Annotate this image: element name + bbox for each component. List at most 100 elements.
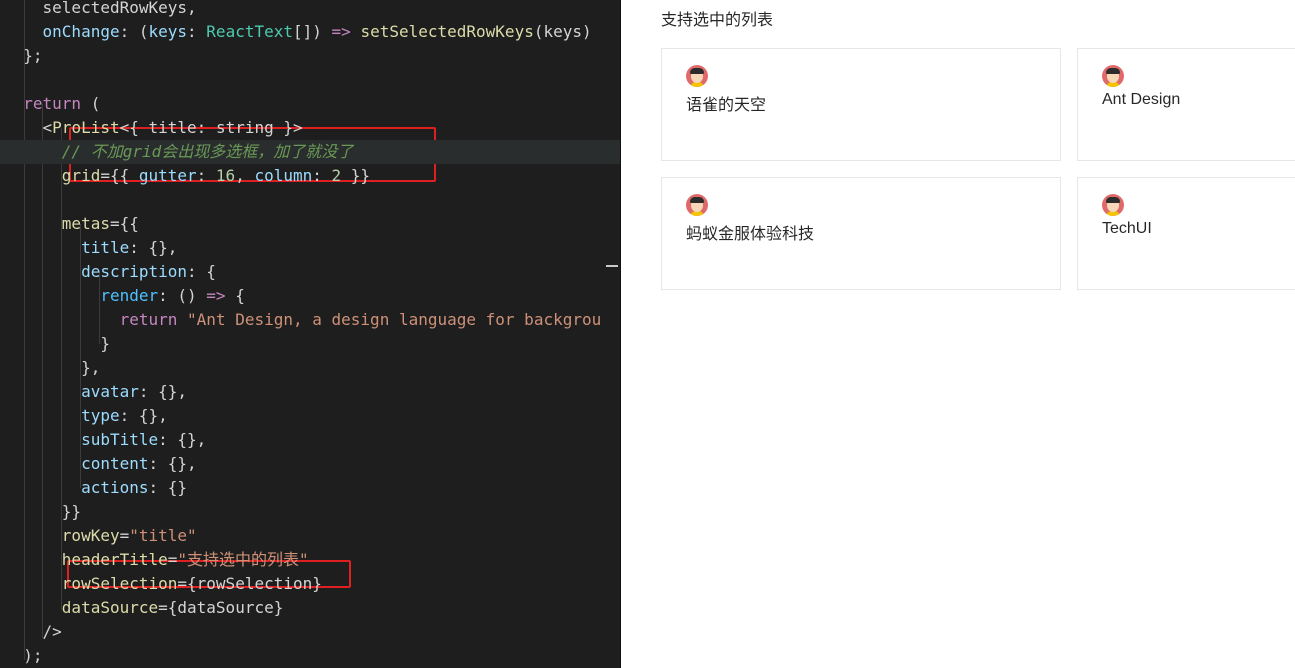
- list-card[interactable]: 语雀的天空: [661, 48, 1061, 161]
- code-line[interactable]: rowSelection={rowSelection}: [0, 572, 322, 596]
- code-token: // 不加grid会出现多选框，加了就没了: [61, 142, 354, 161]
- user-avatar-icon: [1102, 194, 1124, 216]
- code-token: description: [81, 262, 188, 281]
- code-line[interactable]: [0, 68, 4, 92]
- code-token: <: [4, 118, 53, 137]
- code-token: <{ title: string }>: [119, 118, 303, 137]
- code-token: : {},: [158, 430, 207, 449]
- code-token: }}: [4, 502, 82, 521]
- code-token: =>: [331, 22, 351, 41]
- user-avatar-icon: [1102, 65, 1124, 87]
- code-editor[interactable]: selectedRowKeys, onChange: (keys: ReactT…: [0, 0, 621, 668]
- code-line[interactable]: return "Ant Design, a design language fo…: [0, 308, 602, 332]
- code-token: onChange: [42, 22, 120, 41]
- code-token: ={rowSelection}: [177, 574, 322, 593]
- code-token: return: [119, 310, 178, 329]
- code-line[interactable]: grid={{ gutter: 16, column: 2 }}: [0, 164, 370, 188]
- code-line[interactable]: }}: [0, 500, 81, 524]
- code-token: rowKey: [61, 526, 120, 545]
- list-preview-pane: 支持选中的列表 语雀的天空 Ant Design 蚂蚁金服体验科技 TechUI: [621, 0, 1295, 668]
- code-line[interactable]: },: [0, 356, 100, 380]
- code-line[interactable]: // 不加grid会出现多选框，加了就没了: [0, 140, 621, 164]
- code-line[interactable]: />: [0, 620, 62, 644]
- code-line[interactable]: actions: {}: [0, 476, 187, 500]
- code-line[interactable]: [0, 188, 4, 212]
- code-token: gutter: [138, 166, 197, 185]
- code-line[interactable]: return (: [0, 92, 100, 116]
- code-line[interactable]: description: {: [0, 260, 216, 284]
- code-token: : {},: [129, 238, 178, 257]
- code-line[interactable]: content: {},: [0, 452, 197, 476]
- code-token: =: [167, 550, 178, 569]
- code-token: rowSelection: [61, 574, 178, 593]
- code-token: : {: [187, 262, 216, 281]
- code-token: (keys): [533, 22, 592, 41]
- code-line[interactable]: render: () => {: [0, 284, 245, 308]
- code-token: />: [4, 622, 62, 641]
- code-token: column: [254, 166, 313, 185]
- code-token: avatar: [81, 382, 139, 401]
- code-token: "Ant Design, a design language for backg…: [187, 310, 602, 329]
- code-token: =: [119, 526, 130, 545]
- code-token: headerTitle: [61, 550, 168, 569]
- code-token: =>: [206, 286, 226, 305]
- code-token: "title": [129, 526, 197, 545]
- code-line[interactable]: }: [0, 332, 110, 356]
- code-token: title: [81, 238, 130, 257]
- list-card[interactable]: 蚂蚁金服体验科技: [661, 177, 1061, 290]
- card-title: 蚂蚁金服体验科技: [686, 226, 815, 243]
- code-line[interactable]: type: {},: [0, 404, 168, 428]
- code-token: : {},: [138, 382, 188, 401]
- code-token: metas: [61, 214, 110, 233]
- code-token: type: [81, 406, 120, 425]
- code-line[interactable]: headerTitle="支持选中的列表": [0, 548, 309, 572]
- code-line[interactable]: selectedRowKeys,: [0, 0, 197, 20]
- scrollbar-marker[interactable]: [606, 265, 618, 267]
- code-token: ReactText: [206, 22, 293, 41]
- code-token: setSelectedRowKeys: [360, 22, 534, 41]
- code-line[interactable]: subTitle: {},: [0, 428, 206, 452]
- code-token: : {},: [119, 406, 168, 425]
- code-token: : (): [158, 286, 207, 305]
- code-line[interactable]: metas={{: [0, 212, 139, 236]
- code-line[interactable]: dataSource={dataSource}: [0, 596, 284, 620]
- code-token: : (: [119, 22, 149, 41]
- code-line[interactable]: };: [0, 44, 42, 68]
- code-token: return: [23, 94, 82, 113]
- code-line[interactable]: rowKey="title": [0, 524, 197, 548]
- code-token: :: [312, 166, 332, 185]
- code-token: 2: [331, 166, 342, 185]
- code-line[interactable]: avatar: {},: [0, 380, 187, 404]
- user-avatar-icon: [686, 194, 708, 216]
- code-token: );: [4, 646, 43, 665]
- code-token: }}: [341, 166, 371, 185]
- card-title: Ant Design: [1102, 91, 1181, 108]
- code-line[interactable]: title: {},: [0, 236, 177, 260]
- card-title: TechUI: [1102, 220, 1152, 237]
- code-token: []): [293, 22, 332, 41]
- code-token: ={{: [109, 214, 139, 233]
- code-token: :: [196, 166, 216, 185]
- list-card[interactable]: TechUI: [1077, 177, 1295, 290]
- list-card[interactable]: Ant Design: [1077, 48, 1295, 161]
- code-token: ,: [235, 166, 255, 185]
- code-line[interactable]: <ProList<{ title: string }>: [0, 116, 303, 140]
- code-token: ={dataSource}: [158, 598, 284, 617]
- code-line[interactable]: );: [0, 644, 43, 668]
- code-token: },: [4, 358, 101, 377]
- code-line[interactable]: onChange: (keys: ReactText[]) => setSele…: [0, 20, 592, 44]
